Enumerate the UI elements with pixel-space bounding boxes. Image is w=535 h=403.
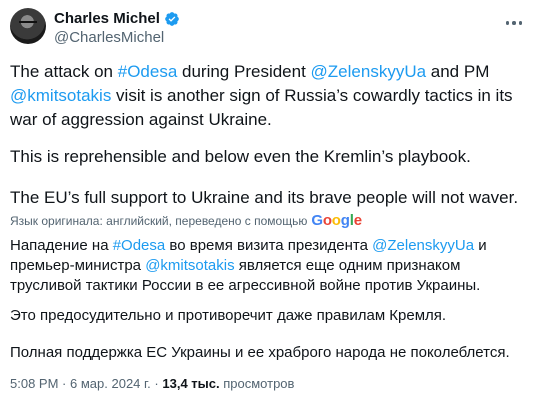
author-handle[interactable]: @CharlesMichel bbox=[54, 29, 164, 47]
views-label: просмотров bbox=[223, 376, 295, 391]
translated-text: во время визита президента bbox=[165, 237, 373, 254]
hashtag-odesa[interactable]: #Odesa bbox=[118, 62, 178, 81]
mention-zelenskyyua-translated[interactable]: @ZelenskyyUa bbox=[372, 237, 474, 254]
translation-note[interactable]: Язык оригинала: английский, переведено с… bbox=[10, 213, 362, 229]
tweet-paragraph-3: The EU’s full support to Ukraine and its… bbox=[10, 188, 519, 207]
mention-kmitsotakis[interactable]: @kmitsotakis bbox=[10, 86, 111, 105]
more-options-icon[interactable] bbox=[503, 12, 525, 34]
tweet-meta: 5:08 PM · 6 мар. 2024 г. · 13,4 тыс. про… bbox=[10, 376, 294, 392]
mention-kmitsotakis-translated[interactable]: @kmitsotakis bbox=[145, 257, 234, 274]
verified-badge-icon[interactable] bbox=[164, 11, 180, 27]
tweet-card: Charles Michel @CharlesMichel The attack… bbox=[0, 0, 535, 403]
translated-text: Нападение на bbox=[10, 237, 113, 254]
translated-paragraph-1: Нападение на #Odesa во время визита през… bbox=[10, 236, 525, 296]
author-name[interactable]: Charles Michel bbox=[54, 10, 160, 28]
tweet-text: and PM bbox=[426, 62, 490, 81]
avatar[interactable] bbox=[10, 8, 46, 44]
hashtag-odesa-translated[interactable]: #Odesa bbox=[113, 237, 166, 254]
tweet-paragraph-1: The attack on #Odesa during President @Z… bbox=[10, 60, 525, 132]
mention-zelenskyyua[interactable]: @ZelenskyyUa bbox=[311, 62, 427, 81]
translated-paragraph-3: Полная поддержка ЕС Украины и ее храброг… bbox=[10, 344, 510, 361]
meta-separator: · bbox=[62, 376, 67, 391]
google-logo: Google bbox=[311, 212, 362, 229]
tweet-date[interactable]: 6 мар. 2024 г. bbox=[70, 376, 151, 391]
translated-paragraph-2: Это предосудительно и противоречит даже … bbox=[10, 307, 447, 324]
meta-separator: · bbox=[154, 376, 159, 391]
translation-note-text: Язык оригинала: английский, переведено с… bbox=[10, 214, 308, 228]
views-count[interactable]: 13,4 тыс. bbox=[162, 376, 219, 391]
tweet-text: The attack on bbox=[10, 62, 118, 81]
tweet-text: during President bbox=[177, 62, 311, 81]
author-name-row: Charles Michel bbox=[54, 10, 180, 28]
tweet-paragraph-2: This is reprehensible and below even the… bbox=[10, 147, 471, 166]
tweet-time[interactable]: 5:08 PM bbox=[10, 376, 58, 391]
